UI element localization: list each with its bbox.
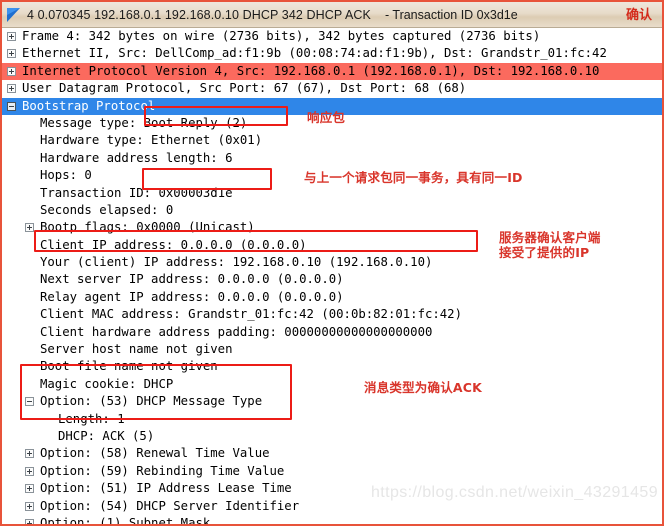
detail-row[interactable]: Transaction ID: 0x00003d1e: [2, 185, 662, 202]
collapse-icon[interactable]: [7, 101, 16, 111]
detail-row-label: Boot file name not given: [40, 359, 218, 374]
detail-row-label: Hardware address length: 6: [40, 150, 233, 165]
detail-row[interactable]: Magic cookie: DHCP: [2, 376, 662, 393]
detail-row[interactable]: Frame 4: 342 bytes on wire (2736 bits), …: [2, 28, 662, 45]
detail-row-label: Frame 4: 342 bytes on wire (2736 bits), …: [22, 29, 541, 43]
expand-icon[interactable]: [25, 223, 34, 233]
detail-row-label: Bootstrap Protocol: [22, 98, 156, 113]
detail-row-label: Bootp flags: 0x0000 (Unicast): [40, 220, 255, 235]
detail-row-label: User Datagram Protocol, Src Port: 67 (67…: [22, 81, 467, 96]
anno-response-packet: 响应包: [307, 110, 346, 125]
watermark-text: https://blog.csdn.net/weixin_43291459: [371, 484, 658, 501]
detail-row[interactable]: Boot file name not given: [2, 358, 662, 375]
detail-row-label: Seconds elapsed: 0: [40, 202, 174, 217]
detail-row-label: Client IP address: 0.0.0.0 (0.0.0.0): [40, 237, 307, 252]
detail-row-label: Server host name not given: [40, 342, 233, 357]
detail-row-label: Option: (58) Renewal Time Value: [40, 446, 270, 461]
detail-row[interactable]: Option: (58) Renewal Time Value: [2, 445, 662, 462]
expand-icon[interactable]: [7, 32, 16, 41]
detail-row[interactable]: Hardware address length: 6: [2, 150, 662, 167]
anno-confirm-label: 确认: [625, 8, 652, 23]
detail-row-label: Option: (54) DHCP Server Identifier: [40, 498, 300, 513]
detail-row-label: Ethernet II, Src: DellComp_ad:f1:9b (00:…: [22, 46, 607, 61]
detail-row[interactable]: DHCP: ACK (5): [2, 428, 662, 445]
detail-row-label: Magic cookie: DHCP: [40, 376, 174, 391]
packet-summary-transaction-id: - Transaction ID 0x3d1e: [384, 7, 518, 22]
detail-row-label: Your (client) IP address: 192.168.0.10 (…: [40, 255, 433, 270]
detail-row-label: Length: 1: [58, 411, 125, 426]
expand-icon[interactable]: [25, 484, 34, 494]
detail-row-label: Internet Protocol Version 4, Src: 192.16…: [22, 63, 600, 78]
detail-row-label: Relay agent IP address: 0.0.0.0 (0.0.0.0…: [40, 289, 344, 304]
wireshark-packet-detail-screenshot: 4 0.070345 192.168.0.1 192.168.0.10 DHCP…: [0, 0, 664, 526]
detail-row-label: Client hardware address padding: 0000000…: [40, 324, 433, 339]
expand-icon[interactable]: [7, 84, 16, 94]
anno-server-confirm: 服务器确认客户端 接受了提供的IP: [499, 230, 601, 260]
detail-row-label: Option: (53) DHCP Message Type: [40, 394, 263, 409]
detail-row[interactable]: Option: (59) Rebinding Time Value: [2, 463, 662, 480]
anno-msg-type-ack: 消息类型为确认ACK: [364, 380, 483, 395]
collapse-icon[interactable]: [25, 397, 34, 407]
packet-detail-tree[interactable]: Frame 4: 342 bytes on wire (2736 bits), …: [2, 28, 662, 524]
expand-icon[interactable]: [7, 49, 16, 59]
detail-row[interactable]: Length: 1: [2, 411, 662, 428]
detail-row[interactable]: Ethernet II, Src: DellComp_ad:f1:9b (00:…: [2, 45, 662, 62]
detail-row[interactable]: Client hardware address padding: 0000000…: [2, 324, 662, 341]
detail-row[interactable]: Option: (1) Subnet Mask: [2, 515, 662, 524]
detail-row[interactable]: Internet Protocol Version 4, Src: 192.16…: [2, 62, 662, 81]
detail-row[interactable]: Hardware type: Ethernet (0x01): [2, 132, 662, 149]
detail-row[interactable]: Seconds elapsed: 0: [2, 202, 662, 219]
packet-summary-text: 4 0.070345 192.168.0.1 192.168.0.10 DHCP…: [27, 7, 371, 22]
packet-summary-bar[interactable]: 4 0.070345 192.168.0.1 192.168.0.10 DHCP…: [2, 2, 662, 28]
detail-row-label: Next server IP address: 0.0.0.0 (0.0.0.0…: [40, 272, 344, 287]
detail-row[interactable]: User Datagram Protocol, Src Port: 67 (67…: [2, 80, 662, 97]
detail-row[interactable]: Server host name not given: [2, 341, 662, 358]
detail-row-label: Client MAC address: Grandstr_01:fc:42 (0…: [40, 307, 462, 322]
expand-icon[interactable]: [25, 466, 34, 476]
detail-row-label: DHCP: ACK (5): [58, 428, 155, 443]
blue-triangle-flag-icon: [5, 6, 23, 24]
detail-row-label: Hops: 0: [40, 168, 92, 183]
detail-row[interactable]: Client MAC address: Grandstr_01:fc:42 (0…: [2, 306, 662, 323]
expand-icon[interactable]: [7, 66, 16, 76]
detail-row-label: Hardware type: Ethernet (0x01): [40, 133, 263, 148]
expand-icon[interactable]: [25, 501, 34, 511]
detail-row-label: Option: (59) Rebinding Time Value: [40, 463, 285, 478]
detail-row-label: Option: (51) IP Address Lease Time: [40, 481, 292, 496]
detail-row[interactable]: Option: (53) DHCP Message Type: [2, 393, 662, 410]
anno-same-transaction: 与上一个请求包同一事务，具有同一ID: [304, 170, 523, 185]
detail-row-label: Message type: Boot Reply (2): [40, 115, 248, 130]
expand-icon[interactable]: [25, 518, 34, 524]
expand-icon[interactable]: [25, 449, 34, 459]
detail-row[interactable]: Next server IP address: 0.0.0.0 (0.0.0.0…: [2, 271, 662, 288]
detail-row[interactable]: Relay agent IP address: 0.0.0.0 (0.0.0.0…: [2, 289, 662, 306]
detail-row-label: Transaction ID: 0x00003d1e: [40, 185, 233, 200]
